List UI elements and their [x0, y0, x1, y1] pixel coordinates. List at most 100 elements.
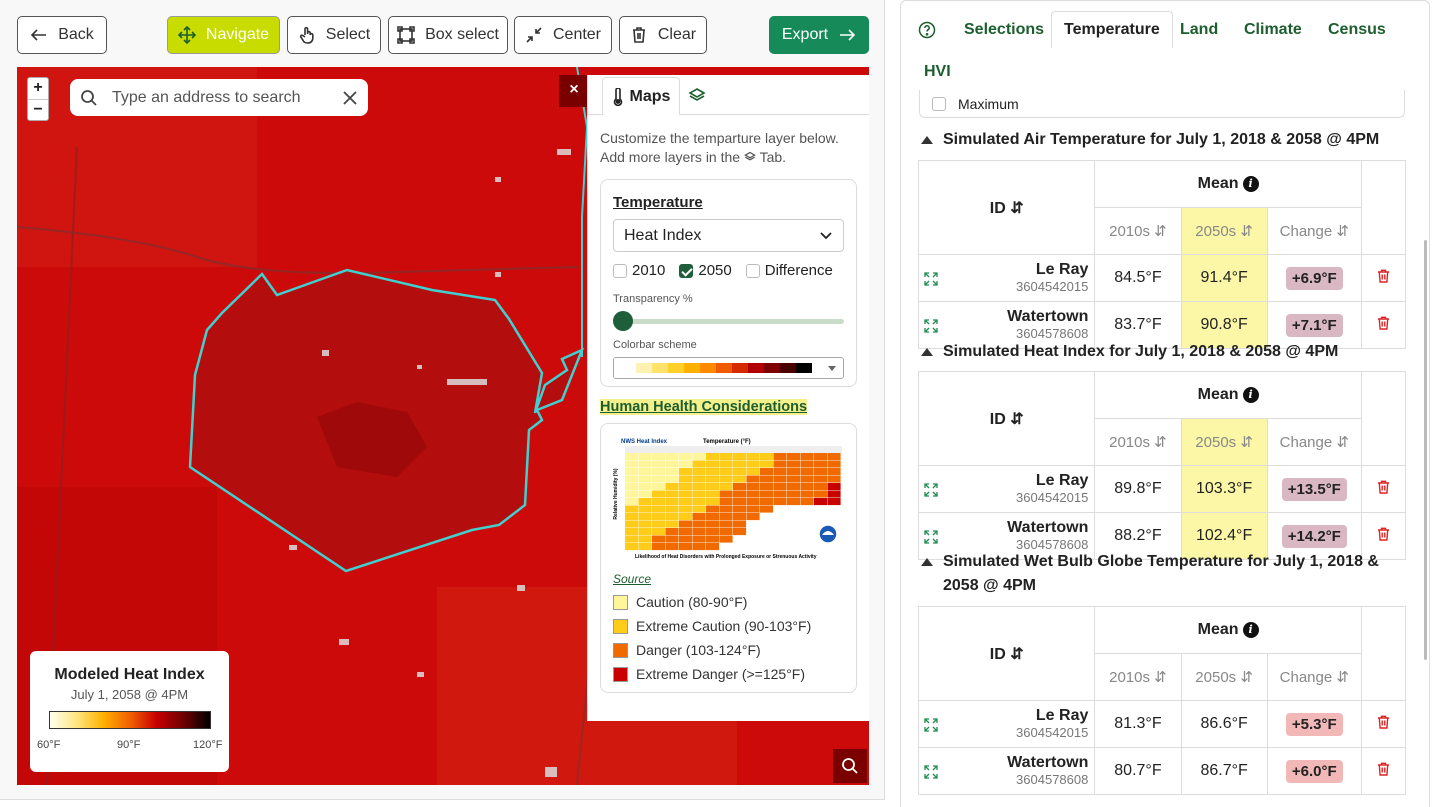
expand-icon[interactable]: [924, 272, 938, 286]
data-scroll-area[interactable]: Maximum Simulated Air Temperature for Ju…: [900, 90, 1430, 807]
search-input[interactable]: Type an address to search: [112, 89, 328, 107]
scrollbar[interactable]: [1424, 240, 1427, 660]
help-icon[interactable]: [918, 21, 936, 39]
heat-index-cell: [760, 520, 774, 528]
heat-index-cell: [814, 468, 828, 476]
col-2010s[interactable]: 2010s ⇵: [1094, 418, 1182, 466]
sort-icon: ⇵: [1010, 410, 1024, 428]
source-link[interactable]: Source: [613, 572, 844, 586]
tab-hvi[interactable]: HVI: [924, 63, 951, 81]
map-search-button[interactable]: [833, 749, 867, 783]
trash-icon[interactable]: [1377, 480, 1390, 494]
maximum-option[interactable]: Maximum: [919, 90, 1405, 118]
data-table: ID ⇵ Mean i 2010s ⇵ 2050s ⇵ Change ⇵ Le Ray 360…: [917, 606, 1407, 795]
export-button[interactable]: Export: [769, 16, 869, 54]
expand-icon[interactable]: [924, 483, 938, 497]
heat-index-cell: [638, 468, 652, 476]
heat-index-cell: [679, 505, 693, 513]
checkbox-2050[interactable]: 2050: [679, 262, 732, 279]
clear-button[interactable]: Clear: [619, 16, 707, 54]
id-header[interactable]: ID ⇵: [917, 160, 1096, 255]
heat-index-cell: [773, 520, 787, 528]
col-2010s[interactable]: 2010s ⇵: [1094, 653, 1182, 701]
col-change[interactable]: Change ⇵: [1266, 207, 1362, 255]
heat-index-cell: [625, 460, 639, 468]
heat-index-cell: [652, 520, 666, 528]
zoom-in-button[interactable]: +: [28, 78, 48, 100]
info-icon[interactable]: i: [1242, 621, 1259, 638]
close-icon[interactable]: [342, 90, 358, 106]
heat-index-cell: [733, 475, 747, 483]
heat-index-cell: [733, 535, 747, 543]
col-change[interactable]: Change ⇵: [1266, 418, 1362, 466]
tab-climate[interactable]: Climate: [1244, 21, 1302, 39]
heat-index-cell: [800, 520, 814, 528]
slider-handle[interactable]: [613, 311, 633, 331]
info-icon[interactable]: i: [1242, 175, 1259, 192]
col-2050s[interactable]: 2050s ⇵: [1180, 653, 1268, 701]
heat-index-cell: [652, 468, 666, 476]
heat-index-cell: [665, 490, 679, 498]
info-icon[interactable]: i: [1242, 386, 1259, 403]
heat-index-cell: [652, 498, 666, 506]
right-pane: Selections Temperature Land Climate Cens…: [900, 0, 1432, 807]
tab-census[interactable]: Census: [1328, 21, 1386, 39]
expand-icon[interactable]: [924, 319, 938, 333]
center-button[interactable]: Center: [514, 16, 612, 54]
box-select-button[interactable]: Box select: [388, 16, 508, 54]
heat-index-cell: [787, 453, 801, 461]
row-id: Le Ray 3604542015: [917, 254, 1096, 302]
colorbar-swatch: [652, 363, 668, 373]
expand-icon[interactable]: [924, 765, 938, 779]
section-header[interactable]: Simulated Heat Index for July 1, 2018 & …: [921, 340, 1407, 364]
heat-index-legend: Caution (80-90°F) Extreme Caution (90-103…: [613, 594, 844, 682]
trash-icon[interactable]: [1377, 762, 1390, 776]
id-header[interactable]: ID ⇵: [917, 606, 1096, 701]
heat-index-cell: [787, 513, 801, 521]
close-panel-button[interactable]: ×: [559, 75, 589, 107]
layer-dropdown[interactable]: Heat Index: [613, 219, 844, 252]
map-view[interactable]: + − Type an address to search × Maps Cus…: [17, 67, 869, 785]
heat-index-cell: [746, 535, 760, 543]
expand-icon[interactable]: [924, 530, 938, 544]
colorbar-scheme-select[interactable]: [613, 357, 844, 379]
checkbox-difference[interactable]: Difference: [745, 262, 833, 279]
tab-land[interactable]: Land: [1180, 21, 1218, 39]
chart-title: NWS Heat Index: [621, 439, 668, 445]
human-health-link[interactable]: Human Health Considerations: [600, 399, 808, 415]
heat-index-cell: [787, 483, 801, 491]
heat-index-cell: [760, 468, 774, 476]
layers-icon[interactable]: [688, 87, 706, 103]
tab-temperature[interactable]: Temperature: [1051, 11, 1173, 48]
trash-icon[interactable]: [1377, 269, 1390, 283]
checkbox-2010[interactable]: 2010: [613, 262, 665, 279]
transparency-slider[interactable]: [613, 311, 844, 331]
col-2050s[interactable]: 2050s ⇵: [1180, 207, 1268, 255]
col-change[interactable]: Change ⇵: [1266, 653, 1362, 701]
colorbar-swatch: [668, 363, 684, 373]
map-legend-gradient: [48, 711, 211, 729]
section-header[interactable]: Simulated Air Temperature for July 1, 20…: [921, 128, 1407, 152]
tab-maps[interactable]: Maps: [602, 77, 680, 115]
heat-index-cell: [706, 490, 720, 498]
trash-icon[interactable]: [1377, 316, 1390, 330]
trash-icon[interactable]: [1377, 715, 1390, 729]
heat-index-cell: [638, 543, 652, 551]
change-badge: +7.1°F: [1285, 313, 1343, 337]
trash-icon[interactable]: [1377, 527, 1390, 541]
colorbar-swatch: [732, 363, 748, 373]
heat-index-cell: [638, 520, 652, 528]
temperature-card: Temperature Heat Index 2010 2050 Differe…: [600, 179, 857, 387]
back-button[interactable]: Back: [17, 16, 107, 54]
col-2050s[interactable]: 2050s ⇵: [1180, 418, 1268, 466]
section-header[interactable]: Simulated Wet Bulb Globe Temperature for…: [921, 550, 1407, 598]
tab-selections[interactable]: Selections: [964, 21, 1044, 39]
navigate-button[interactable]: Navigate: [167, 16, 280, 54]
id-header[interactable]: ID ⇵: [917, 371, 1096, 466]
heat-index-cell: [665, 468, 679, 476]
expand-icon[interactable]: [924, 718, 938, 732]
collapse-icon: [921, 136, 933, 144]
select-button[interactable]: Select: [287, 16, 381, 54]
zoom-out-button[interactable]: −: [28, 100, 48, 122]
col-2010s[interactable]: 2010s ⇵: [1094, 207, 1182, 255]
